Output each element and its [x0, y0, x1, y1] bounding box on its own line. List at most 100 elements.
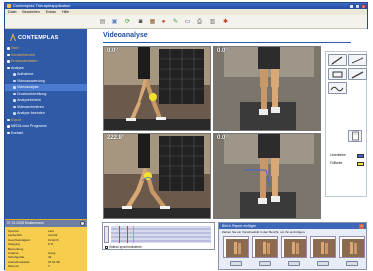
maximize-button[interactable]: □ [355, 3, 360, 9]
page-title: Videoanalyse [103, 32, 148, 39]
video-rear-top[interactable]: 0.0° [213, 46, 321, 131]
drawing-tools-panel: Linienfarbe Füllfarbe [325, 51, 367, 197]
timeline-marker[interactable] [127, 226, 128, 243]
bullet-icon [13, 112, 16, 115]
subject-info-panel: 07.01.2008 Mustermann Sportart Lauf Laufs… [5, 219, 87, 271]
line-icon[interactable] [348, 54, 367, 66]
refresh-icon[interactable]: ⟳ [123, 18, 132, 27]
sidebar-item-label: Export [11, 117, 22, 122]
bullet-icon [7, 53, 10, 56]
thumbnail[interactable] [310, 236, 336, 258]
info-row: Kamera 4 [8, 264, 84, 268]
app-window: Contemplas Therapieapplikation _ □ × Dat… [4, 2, 369, 271]
bullet-icon [7, 47, 10, 50]
bullet-icon [13, 92, 16, 95]
app-icon [7, 4, 11, 8]
toolbar: ▤ ▣ ⟳ ◙ ▦ ● ✎ ▭ ⎙ ▥ ✱ [5, 15, 367, 29]
thumbnail[interactable] [339, 236, 365, 258]
sidebar-item-label: Kundenbereich [11, 52, 36, 57]
save-icon[interactable]: ▣ [110, 18, 119, 27]
logo-icon [10, 33, 16, 41]
thumbnail[interactable] [223, 236, 249, 258]
record-icon[interactable]: ● [159, 18, 168, 27]
print-icon[interactable]: ⎙ [195, 18, 204, 27]
thumbnail-insert-button[interactable] [259, 261, 271, 266]
camera-icon[interactable]: ◙ [136, 18, 145, 27]
angle-readout: 0.0° [217, 135, 228, 141]
video-rear-bottom[interactable]: 0.0° [213, 133, 321, 219]
rectangle-icon[interactable] [328, 68, 347, 80]
logo-text: CONTEMPLAS [18, 35, 59, 41]
close-button[interactable]: × [361, 3, 366, 9]
legend-label: Füllfarbe [330, 161, 343, 165]
thumbnail-insert-button[interactable] [317, 261, 329, 266]
sidebar-item-label: Videoanalyse [17, 85, 39, 89]
thumbs-hint: Ziehen Sie ein Vorschaubild in den Beric… [222, 230, 306, 234]
export-icon[interactable]: ▭ [183, 18, 192, 27]
logo: CONTEMPLAS [9, 32, 81, 44]
globe-icon[interactable] [80, 221, 85, 226]
notes-icon[interactable]: ▥ [208, 18, 217, 27]
thumbnail[interactable] [281, 236, 307, 258]
line-color-swatch[interactable] [357, 153, 364, 158]
sidebar-nav: Start Kundenbereich Probandendaten Analy… [5, 45, 87, 136]
bullet-icon [13, 86, 16, 89]
bullet-icon [7, 60, 10, 63]
checkbox-label: Videos synchronisieren [109, 245, 142, 249]
window-controls: _ □ × [349, 3, 366, 9]
angle-readout: 222.8° [107, 135, 125, 141]
line-color-legend: Linienfarbe [330, 152, 364, 159]
thumbnail[interactable] [252, 236, 278, 258]
sync-videos-checkbox[interactable]: ✓ Videos synchronisieren [105, 245, 142, 249]
help-icon[interactable]: ✱ [221, 18, 230, 27]
info-panel-title: 07.01.2008 Mustermann [7, 221, 44, 225]
film-icon[interactable]: ▦ [148, 18, 157, 27]
close-icon[interactable]: × [359, 223, 364, 229]
report-thumbnails-panel: Bild in Report einfügen × Ziehen Sie ein… [218, 222, 367, 270]
thumbs-header: Bild in Report einfügen × [219, 223, 366, 229]
settings-icon[interactable]: ✎ [171, 18, 180, 27]
timeline-marker[interactable] [119, 226, 120, 243]
sidebar-item-label: Analyse [11, 65, 24, 70]
minimize-button[interactable]: _ [349, 3, 354, 9]
thumbnail-insert-button[interactable] [230, 261, 242, 266]
thumbnail-insert-button[interactable] [346, 261, 358, 266]
bullet-icon [13, 73, 16, 76]
sidebar-item-kontakt[interactable]: Kontakt [5, 130, 87, 137]
timeline-row [111, 236, 211, 238]
bullet-icon [7, 66, 10, 69]
bullet-icon [13, 79, 16, 82]
info-rows: Sportart Lauf Laufschuh neutral Geschwindi… [5, 227, 87, 271]
bullet-icon [7, 131, 10, 134]
info-value: 4 [48, 264, 50, 269]
video-side-top[interactable]: 0.0° [103, 46, 211, 131]
info-key: Kamera [8, 264, 19, 269]
bullet-icon [13, 105, 16, 108]
legend-label: Linienfarbe [330, 153, 346, 157]
timeline-track[interactable] [111, 226, 211, 243]
timeline-scroll[interactable] [104, 226, 109, 243]
sidebar: CONTEMPLAS Start Kundenbereich Probanden… [5, 29, 87, 271]
timeline-panel: ✓ Videos synchronisieren [102, 222, 215, 250]
curve-icon[interactable] [328, 82, 347, 94]
pen-icon[interactable] [328, 54, 347, 66]
sidebar-item-label: Videoarchivieren [17, 104, 44, 109]
bullet-icon [7, 125, 10, 128]
sidebar-item-label: Analyse beenden [17, 111, 45, 115]
checkbox-icon[interactable]: ✓ [105, 245, 109, 249]
timeline-row [111, 228, 211, 230]
page-icon[interactable] [348, 130, 362, 142]
window-title: Contemplas Therapieapplikation [13, 3, 71, 8]
bullet-icon [7, 118, 10, 121]
title-divider [103, 42, 351, 43]
pencil-icon[interactable] [348, 68, 367, 80]
video-side-bottom[interactable]: 222.8° [103, 133, 211, 219]
open-icon[interactable]: ▤ [98, 18, 107, 27]
fill-color-swatch[interactable] [357, 161, 364, 166]
video-frame [214, 134, 320, 218]
thumbnail-insert-button[interactable] [288, 261, 300, 266]
timeline-cursor[interactable] [133, 226, 134, 243]
sidebar-item-label: Aufnahme [17, 72, 34, 76]
video-frame [104, 47, 210, 130]
info-panel-header: 07.01.2008 Mustermann [5, 220, 87, 227]
